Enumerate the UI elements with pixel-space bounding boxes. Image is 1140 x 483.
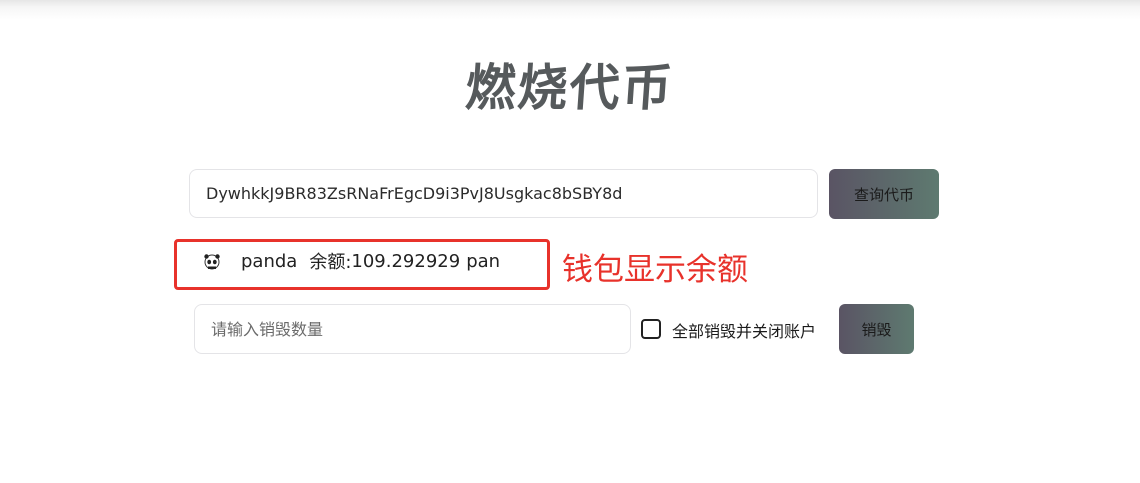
page-title: 燃烧代币 [463, 59, 676, 117]
token-address-input[interactable] [189, 169, 818, 218]
close-account-label: 全部销毁并关闭账户 [672, 322, 817, 341]
burn-amount-input[interactable] [194, 304, 631, 354]
burn-button[interactable]: 销毁 [839, 304, 914, 354]
query-token-button[interactable]: 查询代币 [829, 169, 939, 219]
annotation-highlight-box [174, 239, 550, 290]
annotation-text: 钱包显示余额 [562, 252, 748, 288]
top-shadow-bar [0, 0, 1140, 20]
close-account-checkbox[interactable] [641, 319, 661, 339]
